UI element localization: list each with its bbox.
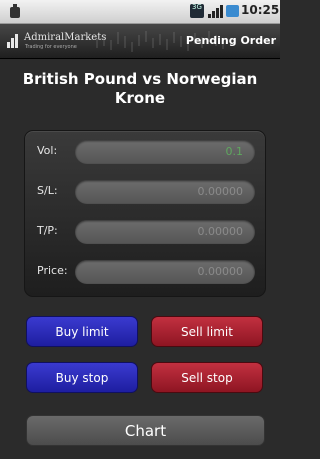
stop-loss-row: S/L: 0.00000 <box>25 177 265 207</box>
status-bar: 3G 10:25 AM <box>0 0 280 24</box>
battery-icon <box>226 5 239 17</box>
stop-loss-label: S/L: <box>37 184 58 197</box>
order-form-panel: Vol: 0.1 S/L: 0.00000 T/P: 0.00000 Price… <box>24 130 266 297</box>
take-profit-row: T/P: 0.00000 <box>25 217 265 247</box>
take-profit-input[interactable]: 0.00000 <box>75 220 255 244</box>
logo-icon <box>7 34 21 48</box>
screen-title: Pending Order <box>185 34 276 47</box>
price-row: Price: 0.00000 <box>25 257 265 287</box>
price-label: Price: <box>37 264 68 277</box>
volume-label: Vol: <box>37 144 58 157</box>
logo-tagline: Trading for everyone <box>25 44 77 50</box>
volume-input[interactable]: 0.1 <box>75 140 255 164</box>
sell-limit-button[interactable]: Sell limit <box>151 316 263 347</box>
instrument-title: British Pound vs Norwegian Krone <box>22 70 258 107</box>
network-label: 3G <box>192 3 202 11</box>
title-bar: AdmiralMarkets Trading for everyone Pend… <box>0 24 280 59</box>
signal-strength-icon <box>208 4 224 18</box>
buy-limit-button[interactable]: Buy limit <box>26 316 138 347</box>
status-time: 10:25 AM <box>241 3 280 17</box>
price-input[interactable]: 0.00000 <box>75 260 255 284</box>
buy-stop-button[interactable]: Buy stop <box>26 362 138 393</box>
sell-stop-button[interactable]: Sell stop <box>151 362 263 393</box>
chart-button[interactable]: Chart <box>26 415 265 446</box>
take-profit-label: T/P: <box>37 224 58 237</box>
volume-row: Vol: 0.1 <box>25 137 265 167</box>
battery-indicator-icon <box>10 4 20 18</box>
screen: 3G 10:25 AM AdmiralMarkets Trading for e… <box>0 0 280 459</box>
network-3g-icon: 3G <box>190 4 204 18</box>
stop-loss-input[interactable]: 0.00000 <box>75 180 255 204</box>
